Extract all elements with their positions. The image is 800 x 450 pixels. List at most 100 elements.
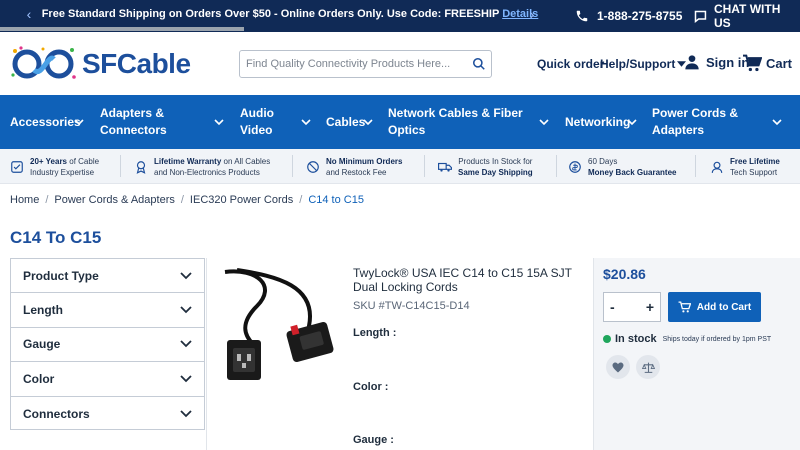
- qty-increment-button[interactable]: +: [646, 299, 654, 315]
- filter-panel: Product Type Length Gauge Color Connecto…: [10, 258, 205, 430]
- benefit-line2: Tech Support: [730, 168, 778, 177]
- chevron-down-icon: [180, 272, 192, 279]
- nav-label: Cables: [326, 114, 366, 129]
- nav-label: Power Cords & Adapters: [652, 106, 739, 137]
- nav-item-cables[interactable]: Cables: [326, 95, 376, 149]
- benefit-line2: Same Day Shipping: [458, 168, 533, 177]
- phone-number: 1-888-275-8755: [597, 9, 683, 23]
- search-box: [239, 50, 492, 78]
- nav-label: Adapters & Connectors: [100, 106, 167, 137]
- nav-item-power-cords-adapters[interactable]: Power Cords & Adapters: [652, 95, 792, 149]
- nav-item-network-cables-fiber[interactable]: Network Cables & Fiber Optics: [388, 95, 550, 149]
- benefit-line2: Industry Expertise: [30, 168, 95, 177]
- promo-bar: ‹ Free Standard Shipping on Orders Over …: [0, 0, 800, 32]
- nav-label: Audio Video: [240, 106, 274, 137]
- chat-label: CHAT WITH US: [713, 2, 781, 30]
- chevron-down-icon: [74, 119, 84, 126]
- benefit-text: on All Cables: [223, 157, 271, 166]
- breadcrumb-power-cords[interactable]: Power Cords & Adapters: [54, 194, 174, 206]
- benefit-bold: No Minimum Orders: [326, 157, 403, 166]
- nav-item-audio-video[interactable]: Audio Video: [240, 95, 312, 149]
- next-arrow-icon[interactable]: ›: [525, 6, 539, 22]
- buy-box: $20.86 - + Add to Cart In stock Ships to…: [593, 258, 800, 450]
- filter-connectors[interactable]: Connectors: [11, 397, 204, 431]
- chevron-down-icon: [627, 119, 637, 126]
- wishlist-button[interactable]: [606, 355, 630, 379]
- page-title: C14 To C15: [10, 228, 102, 247]
- filter-length[interactable]: Length: [11, 293, 204, 328]
- award-icon: [136, 161, 146, 174]
- cart-icon: [678, 301, 691, 313]
- stock-label: In stock: [615, 333, 657, 345]
- benefit-same-day: Products In Stock for Same Day Shipping: [438, 153, 533, 181]
- breadcrumb: Home / Power Cords & Adapters / IEC320 P…: [10, 194, 364, 206]
- prev-arrow-icon[interactable]: ‹: [22, 6, 36, 22]
- filter-product-type[interactable]: Product Type: [11, 259, 204, 294]
- benefit-bold: 20+ Years: [30, 157, 68, 166]
- benefit-bold: Free Lifetime: [730, 157, 780, 166]
- benefit-money-back: 60 Days Money Back Guarantee: [568, 153, 676, 181]
- check-badge-icon: [11, 161, 23, 173]
- logo[interactable]: SFCable: [10, 45, 191, 83]
- attr-gauge-label: Gauge :: [353, 434, 394, 446]
- in-stock-dot-icon: [603, 335, 611, 343]
- add-to-cart-button[interactable]: Add to Cart: [668, 292, 761, 322]
- chevron-down-icon: [180, 306, 192, 314]
- promo-scrollbar[interactable]: [0, 27, 244, 31]
- phone-icon: [576, 10, 588, 22]
- divider: [292, 155, 293, 177]
- nav-item-adapters-connectors[interactable]: Adapters & Connectors: [100, 95, 224, 149]
- filter-label: Connectors: [23, 406, 90, 421]
- promo-message: Free Standard Shipping on Orders Over $5…: [40, 0, 540, 28]
- main-nav: Accessories Adapters & Connectors Audio …: [0, 95, 800, 149]
- heart-icon: [612, 362, 624, 372]
- support-agent-icon: [711, 161, 723, 173]
- product-card: TwyLock® USA IEC C14 to C15 15A SJT Dual…: [206, 258, 800, 450]
- site-header: SFCable Quick order Help/Support Sign in…: [0, 32, 800, 95]
- compare-button[interactable]: [636, 355, 660, 379]
- money-back-icon: [569, 161, 581, 173]
- product-sku: SKU #TW-C14C15-D14: [353, 300, 470, 312]
- scale-icon: [641, 362, 655, 373]
- breadcrumb-iec320[interactable]: IEC320 Power Cords: [190, 194, 293, 206]
- nav-item-accessories[interactable]: Accessories: [10, 95, 92, 149]
- help-support-label: Help/Support: [600, 57, 676, 71]
- logo-text: SFCable: [82, 48, 191, 79]
- benefit-line2: Money Back Guarantee: [588, 168, 677, 177]
- benefit-bold: Lifetime Warranty: [154, 157, 222, 166]
- benefit-warranty: Lifetime Warranty on All Cables and Non-E…: [134, 153, 270, 181]
- search-input[interactable]: [240, 51, 467, 77]
- quick-order-link[interactable]: Quick order: [537, 57, 604, 71]
- product-image[interactable]: [217, 266, 341, 390]
- user-icon: [685, 55, 699, 70]
- filter-label: Length: [23, 303, 63, 318]
- filter-gauge[interactable]: Gauge: [11, 328, 204, 363]
- filter-color[interactable]: Color: [11, 362, 204, 397]
- add-to-cart-label: Add to Cart: [696, 301, 752, 313]
- product-title[interactable]: TwyLock® USA IEC C14 to C15 15A SJT Dual…: [353, 266, 593, 294]
- chevron-down-icon: [301, 119, 311, 126]
- cart-link[interactable]: Cart: [742, 54, 792, 72]
- benefit-line2: and Restock Fee: [326, 168, 387, 177]
- qty-decrement-button[interactable]: -: [610, 299, 615, 315]
- breadcrumb-home[interactable]: Home: [10, 194, 39, 206]
- breadcrumb-current: C14 to C15: [308, 194, 364, 206]
- chevron-down-icon: [214, 119, 224, 126]
- ship-note: Ships today if ordered by 1pm PST: [662, 335, 772, 343]
- chat-icon: [694, 10, 707, 23]
- divider: [120, 155, 121, 177]
- no-fee-icon: [307, 161, 319, 173]
- attr-color-label: Color :: [353, 381, 389, 393]
- search-icon[interactable]: [467, 52, 491, 76]
- chat-link[interactable]: CHAT WITH US: [693, 2, 800, 30]
- divider: [695, 155, 696, 177]
- promo-text: Free Standard Shipping on Orders Over $5…: [41, 8, 500, 20]
- help-support-menu[interactable]: Help/Support: [600, 57, 687, 71]
- product-price: $20.86: [603, 266, 646, 282]
- nav-item-networking[interactable]: Networking: [565, 95, 643, 149]
- phone-link[interactable]: 1-888-275-8755: [575, 8, 682, 24]
- benefits-bar: 20+ Years of Cable Industry Expertise Lif…: [0, 149, 800, 184]
- logo-icon: [11, 46, 76, 79]
- filter-label: Product Type: [23, 268, 99, 283]
- sign-in-link[interactable]: Sign in: [684, 54, 749, 70]
